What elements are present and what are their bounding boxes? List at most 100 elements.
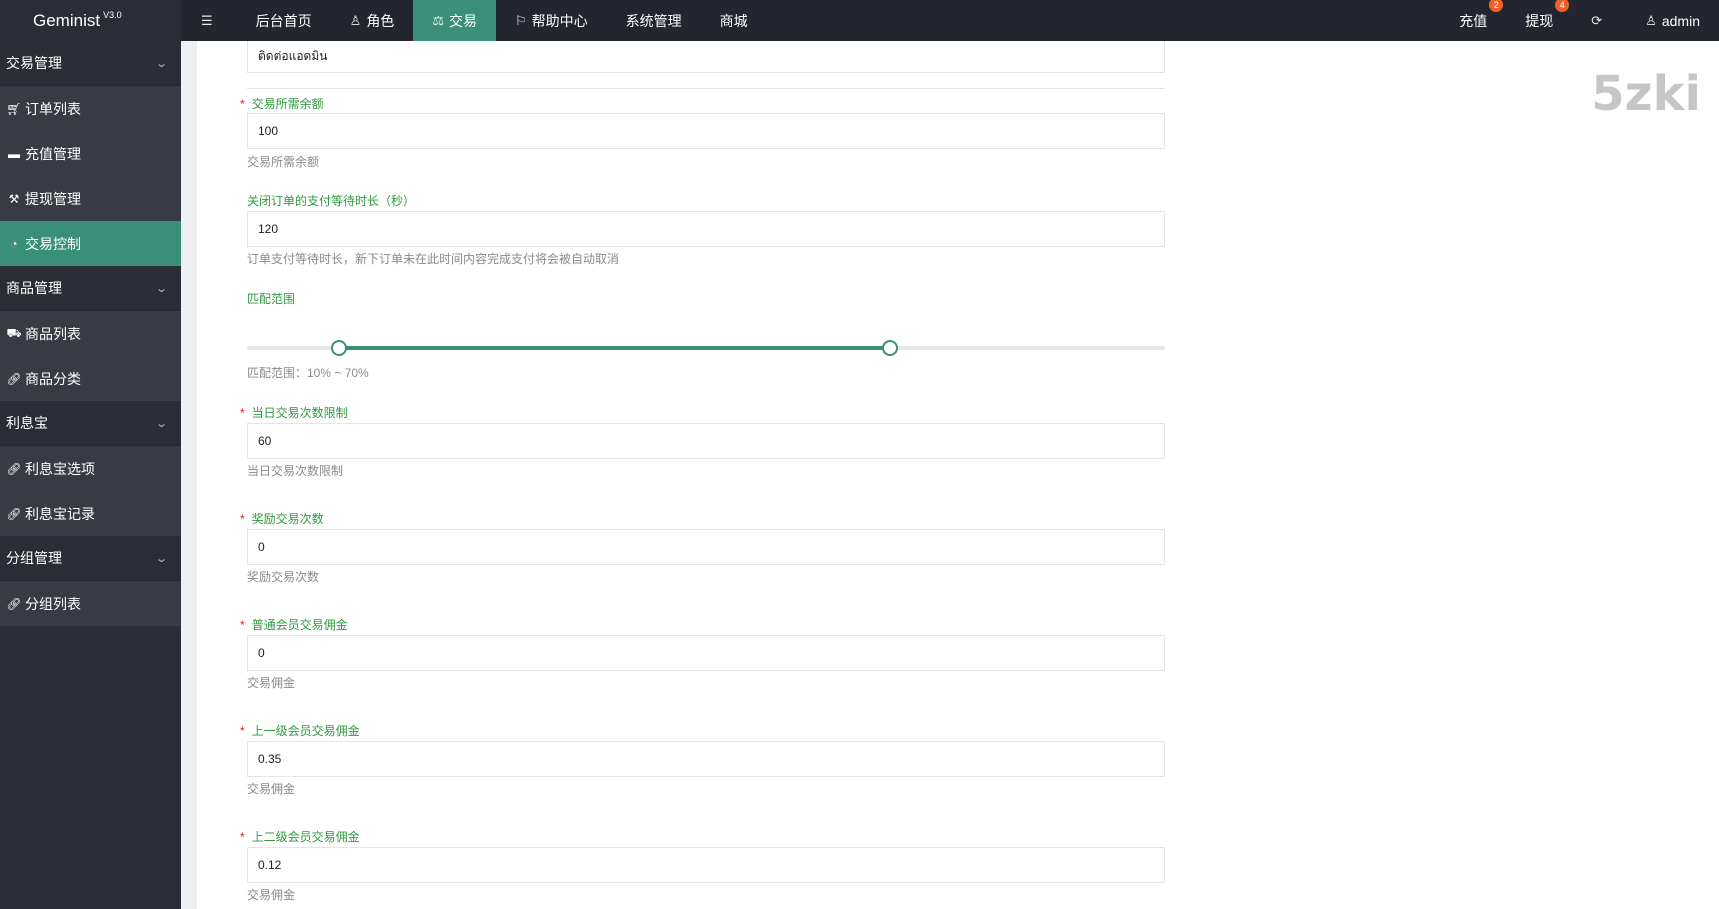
nav-mall[interactable]: 商城 (701, 0, 767, 41)
link-icon: 🔗︎ (6, 506, 22, 521)
wait-time-input[interactable]: 120 (247, 211, 1165, 247)
upline1-help: 交易佣金 (247, 782, 296, 796)
required-mark: * (240, 830, 245, 844)
nav-home[interactable]: 后台首页 (237, 0, 331, 41)
menu-icon: ☰ (201, 12, 213, 28)
wait-time-label: 关闭订单的支付等待时长（秒） (247, 194, 416, 208)
sidebar-group-label: 利息宝 (6, 415, 48, 431)
sidebar-group-groups[interactable]: 分组管理 ⌄ (0, 536, 181, 581)
refresh-icon: ⟳ (1591, 12, 1603, 28)
watermark-logo: 5zki (1591, 66, 1701, 122)
sidebar-item-label: 商品分类 (25, 370, 81, 387)
nav-trade[interactable]: ⚖ 交易 (413, 0, 496, 41)
daily-limit-help: 当日交易次数限制 (247, 464, 344, 478)
reward-input[interactable]: 0 (247, 529, 1165, 565)
recharge-label: 充值 (1459, 12, 1488, 29)
user-menu[interactable]: ♙ admin (1626, 0, 1719, 41)
sidebar-item-label: 利息宝记录 (25, 505, 95, 522)
sidebar-item-label: 充值管理 (25, 145, 81, 162)
upline1-input[interactable]: 0.35 (247, 741, 1165, 777)
cart-icon: ⛟ (6, 325, 22, 340)
dashboard-icon: ◔ (10, 236, 18, 251)
sidebar-item-group-list[interactable]: 🔗︎ 分组列表 (0, 581, 181, 626)
reward-label-text: 奖励交易次数 (251, 512, 324, 526)
chevron-down-icon: ⌄ (154, 57, 168, 70)
nav-trade-label: 交易 (448, 12, 477, 29)
sidebar-item-interest-options[interactable]: 🔗︎ 利息宝选项 (0, 446, 181, 491)
brand-name: Geminist (33, 10, 101, 30)
sidebar-item-withdraw[interactable]: ⚒ 提现管理 (0, 176, 181, 221)
sidebar-group-label: 分组管理 (6, 550, 62, 566)
link-icon: 🔗︎ (6, 596, 22, 611)
daily-limit-input[interactable]: 60 (247, 423, 1165, 459)
sidebar-group-trade[interactable]: 交易管理 ⌄ (0, 41, 181, 86)
chevron-down-icon: ⌄ (154, 552, 168, 565)
recharge-wrap: 充值 2 (1459, 0, 1504, 31)
nav-role[interactable]: ♙ 角色 (331, 0, 414, 41)
user-icon: ♙ (349, 12, 362, 28)
nav-help[interactable]: ⚐ 帮助中心 (496, 0, 607, 41)
reward-label: * 奖励交易次数 (240, 510, 324, 527)
required-mark: * (240, 97, 245, 111)
balance-label-text: 交易所需余额 (251, 97, 324, 111)
balance-help: 交易所需余额 (247, 155, 320, 169)
menu-toggle-button[interactable]: ☰ (182, 0, 237, 41)
recharge-badge: 2 (1489, 0, 1504, 12)
upline2-help: 交易佣金 (247, 888, 296, 902)
nav-home-label: 后台首页 (255, 12, 312, 29)
withdraw-label: 提现 (1525, 12, 1554, 29)
range-slider-handle-high[interactable] (881, 340, 898, 356)
upline1-label-text: 上一级会员交易佣金 (251, 724, 360, 738)
range-slider-fill (338, 346, 890, 350)
chevron-down-icon: ⌄ (154, 282, 168, 295)
sidebar-item-label: 提现管理 (25, 190, 81, 207)
sidebar-item-goods-category[interactable]: 🔗︎ 商品分类 (0, 356, 181, 401)
sidebar-item-goods-list[interactable]: ⛟ 商品列表 (0, 311, 181, 356)
reward-help: 奖励交易次数 (247, 570, 320, 584)
sidebar-item-label: 分组列表 (25, 595, 81, 612)
upline2-input[interactable]: 0.12 (247, 847, 1165, 883)
nav-system[interactable]: 系统管理 (607, 0, 701, 41)
user-name: admin (1661, 12, 1700, 29)
sidebar-group-label: 商品管理 (6, 280, 62, 296)
hammer-icon: ⚒ (8, 191, 20, 206)
wait-time-help: 订单支付等待时长，新下订单未在此时间内容完成支付将会被自动取消 (247, 252, 620, 266)
chevron-down-icon: ⌄ (154, 417, 168, 430)
divider (247, 88, 1165, 89)
withdraw-wrap: 提现 4 (1525, 0, 1570, 31)
upline1-label: * 上一级会员交易佣金 (240, 722, 360, 739)
sidebar-item-interest-records[interactable]: 🔗︎ 利息宝记录 (0, 491, 181, 536)
sidebar-item-label: 交易控制 (25, 235, 81, 252)
main-content: ติดต่อแอดมิน * 交易所需余额 100 交易所需余额 关闭订单的支付等… (197, 41, 1719, 909)
top-nav: ☰ 后台首页 ♙ 角色 ⚖ 交易 ⚐ 帮助中心 系统管理 商城 (182, 0, 767, 41)
range-slider-handle-low[interactable] (330, 340, 347, 356)
nav-withdraw[interactable]: 提现 4 (1506, 0, 1572, 41)
commission-label: * 普通会员交易佣金 (240, 616, 348, 633)
sidebar-item-trade-control[interactable]: ◔ 交易控制 (0, 221, 181, 266)
commission-input[interactable]: 0 (247, 635, 1165, 671)
top-nav-right: 充值 2 提现 4 ⟳ ♙ admin (1440, 0, 1719, 41)
contact-field[interactable]: ติดต่อแอดมิน (247, 41, 1165, 73)
required-mark: * (240, 724, 245, 738)
balance-input[interactable]: 100 (247, 113, 1165, 149)
nav-system-label: 系统管理 (625, 12, 682, 29)
withdraw-badge: 4 (1555, 0, 1570, 12)
flag-icon: ⚐ (514, 12, 527, 28)
required-mark: * (240, 618, 245, 632)
top-bar: Geminist V3.0 ☰ 后台首页 ♙ 角色 ⚖ 交易 ⚐ 帮助中心 系统… (0, 0, 1719, 41)
sidebar-group-interest[interactable]: 利息宝 ⌄ (0, 401, 181, 446)
refresh-button[interactable]: ⟳ (1572, 0, 1626, 41)
sidebar-group-goods[interactable]: 商品管理 ⌄ (0, 266, 181, 311)
commission-help: 交易佣金 (247, 676, 296, 690)
range-slider[interactable] (247, 340, 1165, 356)
sidebar-item-recharge[interactable]: ▬ 充值管理 (0, 131, 181, 176)
nav-help-label: 帮助中心 (531, 12, 588, 29)
nav-role-label: 角色 (366, 12, 395, 29)
required-mark: * (240, 512, 245, 526)
nav-recharge[interactable]: 充值 2 (1440, 0, 1506, 41)
link-icon: 🔗︎ (6, 461, 22, 476)
sidebar-item-order-list[interactable]: 🛒︎ 订单列表 (0, 86, 181, 131)
sidebar-item-label: 订单列表 (25, 100, 81, 117)
required-mark: * (240, 406, 245, 420)
brand-logo[interactable]: Geminist V3.0 (0, 0, 181, 41)
